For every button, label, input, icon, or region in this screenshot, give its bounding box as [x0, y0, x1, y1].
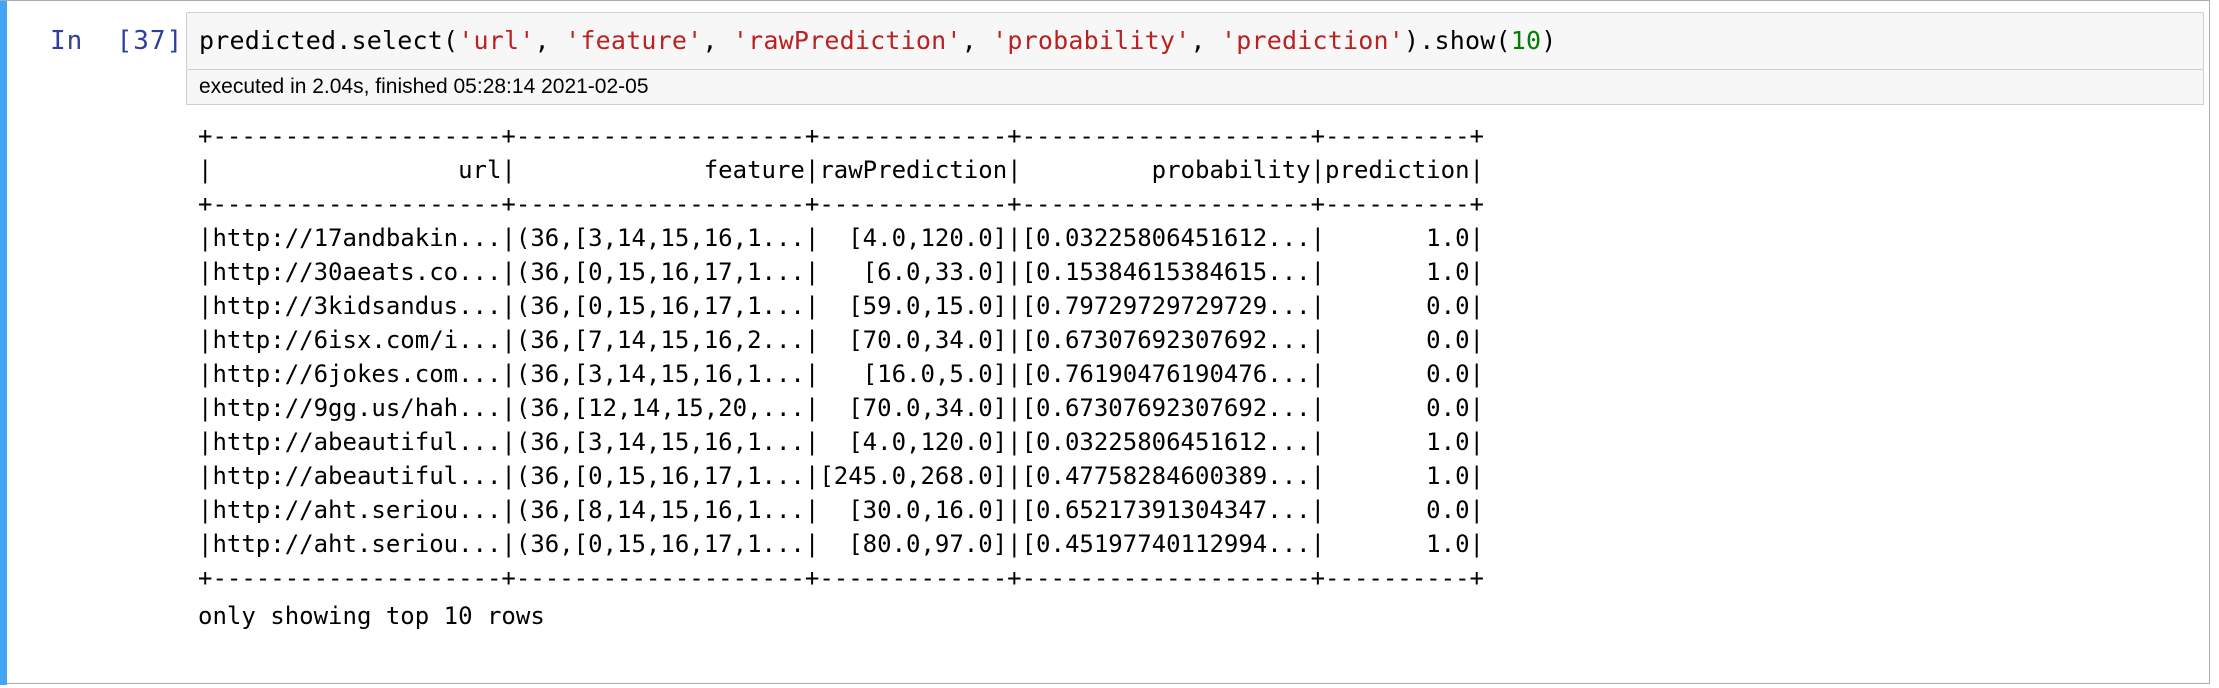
code-arg-feature: 'feature' [565, 26, 703, 55]
code-arg-url: 'url' [458, 26, 535, 55]
table-row: |http://6jokes.com...|(36,[3,14,15,16,1.… [198, 360, 1484, 388]
table-border-bottom: +--------------------+------------------… [198, 564, 1484, 592]
code-separator: , [534, 26, 566, 55]
input-prompt: In [37]: [50, 26, 200, 56]
notebook-cell[interactable]: In [37]: predicted.select('url', 'featur… [0, 0, 2210, 685]
code-arg-rawprediction: 'rawPrediction' [732, 26, 962, 55]
code-separator: , [1190, 26, 1221, 55]
execution-time-bar: executed in 2.04s, finished 05:28:14 202… [186, 70, 2204, 105]
execution-info: executed in 2.04s, finished 05:28:14 202… [199, 75, 649, 98]
table-row: |http://abeautiful...|(36,[3,14,15,16,1.… [198, 428, 1484, 456]
table-border-top: +--------------------+------------------… [198, 122, 1484, 150]
table-row: |http://aht.seriou...|(36,[8,14,15,16,1.… [198, 496, 1484, 524]
code-line[interactable]: predicted.select('url', 'feature', 'rawP… [199, 26, 1557, 55]
cell-selection-indicator [0, 1, 7, 685]
code-prefix: predicted.select( [199, 26, 459, 55]
code-middle: ).show( [1403, 26, 1511, 55]
code-number: 10 [1510, 26, 1542, 55]
code-suffix: ) [1541, 26, 1557, 55]
code-separator: , [961, 26, 993, 55]
output-footer-note: only showing top 10 rows [198, 602, 545, 630]
table-row: |http://6isx.com/i...|(36,[7,14,15,16,2.… [198, 326, 1484, 354]
table-row: |http://aht.seriou...|(36,[0,15,16,17,1.… [198, 530, 1484, 558]
table-header-row: | url| feature|rawPrediction| probabilit… [198, 156, 1484, 184]
code-arg-probability: 'probability' [992, 26, 1191, 55]
table-row: |http://3kidsandus...|(36,[0,15,16,17,1.… [198, 292, 1484, 320]
table-row: |http://9gg.us/hah...|(36,[12,14,15,20,.… [198, 394, 1484, 422]
table-row: |http://17andbakin...|(36,[3,14,15,16,1.… [198, 224, 1484, 252]
code-arg-prediction: 'prediction' [1220, 26, 1404, 55]
table-border-header: +--------------------+------------------… [198, 190, 1484, 218]
code-input-area[interactable]: predicted.select('url', 'feature', 'rawP… [186, 12, 2204, 70]
table-row: |http://30aeats.co...|(36,[0,15,16,17,1.… [198, 258, 1484, 286]
code-separator: , [702, 26, 733, 55]
table-row: |http://abeautiful...|(36,[0,15,16,17,1.… [198, 462, 1484, 490]
